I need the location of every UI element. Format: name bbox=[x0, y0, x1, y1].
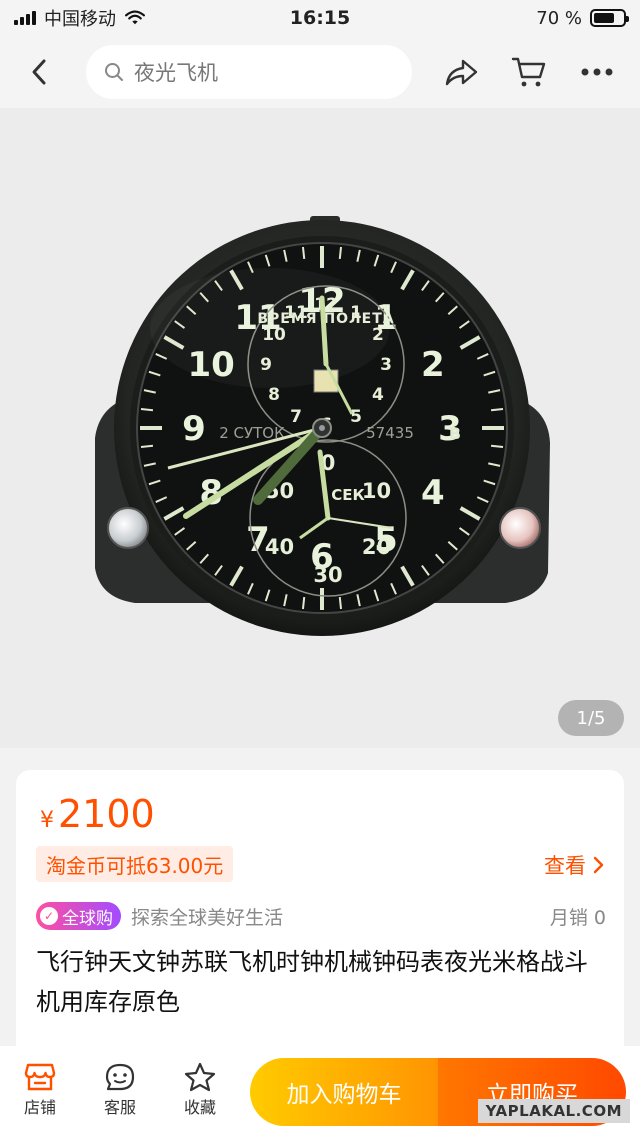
chevron-left-icon bbox=[32, 59, 46, 85]
cart-icon bbox=[511, 57, 546, 87]
star-icon bbox=[184, 1062, 216, 1092]
dial-tick bbox=[140, 444, 154, 449]
global-buy-tag[interactable]: ✓ 全球购 bbox=[36, 902, 121, 930]
dial-letter: В bbox=[449, 424, 461, 443]
cart-button[interactable] bbox=[505, 48, 553, 96]
currency-symbol: ¥ bbox=[40, 808, 54, 833]
watermark: YAPLAKAL.COM bbox=[477, 1099, 630, 1123]
hour-number: 9 bbox=[182, 409, 206, 449]
search-query: 夜光飞机 bbox=[134, 61, 218, 85]
view-coin-link[interactable]: 查看 bbox=[544, 850, 604, 880]
share-icon bbox=[445, 59, 478, 86]
customer-service-button[interactable]: 客服 bbox=[88, 1060, 152, 1118]
top-subdial-number: 5 bbox=[350, 407, 362, 427]
hour-number: 2 bbox=[421, 345, 445, 385]
product-image[interactable]: 121234567891011 121234567891011 ВРЕМЯ ПО… bbox=[0, 108, 640, 748]
store-button[interactable]: 店铺 bbox=[8, 1060, 72, 1118]
favorite-label: 收藏 bbox=[183, 1098, 216, 1117]
dial-tick bbox=[338, 596, 343, 610]
bottom-subdial-number: 40 bbox=[265, 535, 294, 559]
dial-tick bbox=[490, 407, 504, 412]
carrier-name: 中国移动 bbox=[44, 9, 116, 30]
battery-percent: 70 % bbox=[536, 7, 582, 29]
add-to-cart-button[interactable]: 加入购物车 bbox=[250, 1058, 438, 1126]
top-subdial-number: 7 bbox=[290, 407, 302, 427]
global-tag-label: 全球购 bbox=[62, 908, 113, 929]
price-row: ¥ 2100 bbox=[40, 792, 155, 836]
signal-icon bbox=[14, 11, 36, 25]
hour-number: 4 bbox=[421, 473, 445, 513]
global-logo-icon: ✓ bbox=[40, 907, 58, 925]
bottom-action-bar: 店铺 客服 收藏 加入购物车 立即购买 YAPLAKAL.COM bbox=[0, 1046, 640, 1139]
status-bar: 中国移动 16:15 70 % bbox=[0, 0, 640, 36]
tag-row: ✓ 全球购 探索全球美好生活 月销 0 bbox=[36, 902, 606, 930]
top-subdial-number: 4 bbox=[372, 385, 384, 405]
view-label: 查看 bbox=[544, 854, 586, 878]
dial-tick bbox=[301, 596, 306, 610]
bottom-subdial-number: 10 bbox=[362, 479, 391, 503]
dial-tick bbox=[301, 246, 306, 260]
nav-bar: 夜光飞机 bbox=[0, 36, 640, 108]
bottom-subdial-label: СЕК bbox=[331, 486, 365, 504]
search-icon bbox=[105, 63, 123, 81]
dial-tick bbox=[490, 444, 504, 449]
dial-tick bbox=[338, 246, 343, 260]
store-label: 店铺 bbox=[23, 1098, 56, 1117]
monthly-sales: 月销 0 bbox=[549, 906, 606, 929]
coin-discount-badge: 淘金币可抵63.00元 bbox=[36, 846, 234, 882]
global-slogan: 探索全球美好生活 bbox=[131, 906, 284, 929]
product-price: 2100 bbox=[58, 792, 155, 836]
clock-image: 121234567891011 121234567891011 ВРЕМЯ ПО… bbox=[95, 216, 550, 636]
dial-serial: 57435 bbox=[366, 424, 414, 442]
more-icon bbox=[581, 68, 613, 76]
favorite-button[interactable]: 收藏 bbox=[168, 1060, 232, 1118]
product-info-card: ¥ 2100 淘金币可抵63.00元 查看 ✓ 全球购 探索全球美好生活 月销 … bbox=[16, 770, 624, 1070]
chevron-right-icon bbox=[593, 856, 604, 874]
battery-icon bbox=[590, 9, 629, 27]
battery-level bbox=[594, 13, 614, 23]
top-subdial-number: 8 bbox=[268, 385, 280, 405]
product-title: 飞行钟天文钟苏联飞机时钟机械钟码表夜光米格战斗机用库存原色 bbox=[36, 948, 588, 1016]
image-counter: 1/5 bbox=[558, 700, 624, 736]
top-subdial-number: 3 bbox=[380, 355, 392, 375]
wifi-icon bbox=[125, 10, 145, 25]
more-button[interactable] bbox=[573, 48, 621, 96]
bottom-subdial-number: 30 bbox=[313, 563, 342, 587]
search-input[interactable]: 夜光飞机 bbox=[86, 45, 412, 99]
share-button[interactable] bbox=[437, 48, 485, 96]
service-icon bbox=[105, 1063, 135, 1091]
service-label: 客服 bbox=[103, 1098, 136, 1117]
store-icon bbox=[24, 1063, 56, 1091]
bottom-subdial-number: 20 bbox=[362, 535, 391, 559]
dial-tick bbox=[140, 407, 154, 412]
back-button[interactable] bbox=[10, 42, 70, 102]
